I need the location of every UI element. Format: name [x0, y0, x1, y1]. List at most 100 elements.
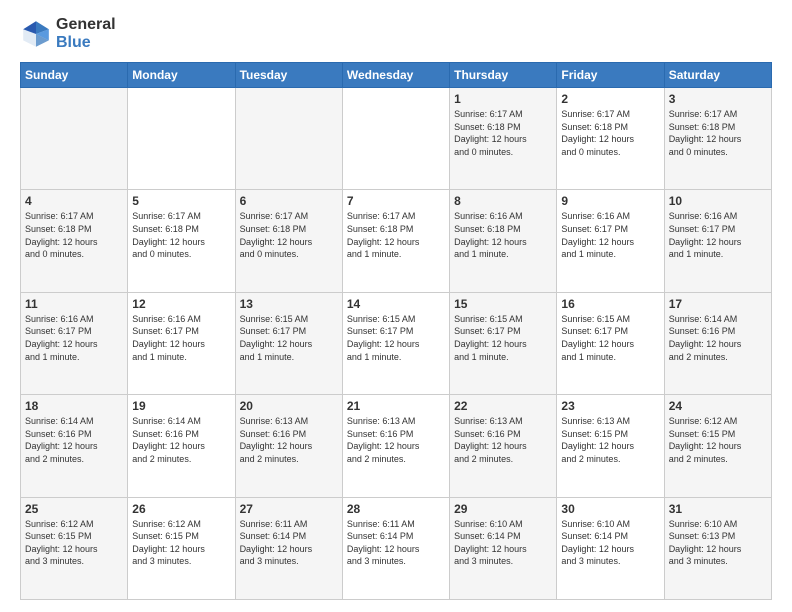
day-number: 4 [25, 194, 123, 208]
day-cell-11: 11 Sunrise: 6:16 AMSunset: 6:17 PMDayligh… [21, 292, 128, 394]
day-number: 13 [240, 297, 338, 311]
day-cell-30: 30 Sunrise: 6:10 AMSunset: 6:14 PMDayligh… [557, 497, 664, 599]
day-info: Sunrise: 6:17 AMSunset: 6:18 PMDaylight:… [454, 108, 552, 158]
day-info: Sunrise: 6:12 AMSunset: 6:15 PMDaylight:… [669, 415, 767, 465]
day-info: Sunrise: 6:17 AMSunset: 6:18 PMDaylight:… [669, 108, 767, 158]
day-cell-9: 9Sunrise: 6:16 AMSunset: 6:17 PMDaylight… [557, 190, 664, 292]
week-row-3: 11 Sunrise: 6:16 AMSunset: 6:17 PMDayligh… [21, 292, 772, 394]
day-cell-21: 21 Sunrise: 6:13 AMSunset: 6:16 PMDayligh… [342, 395, 449, 497]
day-cell-24: 24 Sunrise: 6:12 AMSunset: 6:15 PMDayligh… [664, 395, 771, 497]
day-cell-26: 26Sunrise: 6:12 AMSunset: 6:15 PMDayligh… [128, 497, 235, 599]
day-number: 10 [669, 194, 767, 208]
week-row-4: 18 Sunrise: 6:14 AMSunset: 6:16 PMDayligh… [21, 395, 772, 497]
day-info: Sunrise: 6:13 AMSunset: 6:16 PMDaylight:… [240, 415, 338, 465]
logo: General Blue [20, 16, 116, 52]
day-info: Sunrise: 6:17 AMSunset: 6:18 PMDaylight:… [25, 210, 123, 260]
day-cell-29: 29Sunrise: 6:10 AMSunset: 6:14 PMDayligh… [450, 497, 557, 599]
day-number: 25 [25, 502, 123, 516]
day-info: Sunrise: 6:17 AMSunset: 6:18 PMDaylight:… [240, 210, 338, 260]
day-cell-6: 6 Sunrise: 6:17 AMSunset: 6:18 PMDaylight… [235, 190, 342, 292]
day-cell-18: 18 Sunrise: 6:14 AMSunset: 6:16 PMDayligh… [21, 395, 128, 497]
day-number: 26 [132, 502, 230, 516]
day-cell-8: 8 Sunrise: 6:16 AMSunset: 6:18 PMDaylight… [450, 190, 557, 292]
col-header-friday: Friday [557, 63, 664, 88]
week-row-1: 1 Sunrise: 6:17 AMSunset: 6:18 PMDaylight… [21, 88, 772, 190]
day-cell-2: 2 Sunrise: 6:17 AMSunset: 6:18 PMDaylight… [557, 88, 664, 190]
day-info: Sunrise: 6:15 AMSunset: 6:17 PMDaylight:… [347, 313, 445, 363]
day-cell-15: 15 Sunrise: 6:15 AMSunset: 6:17 PMDayligh… [450, 292, 557, 394]
day-cell-4: 4 Sunrise: 6:17 AMSunset: 6:18 PMDaylight… [21, 190, 128, 292]
day-cell-14: 14Sunrise: 6:15 AMSunset: 6:17 PMDayligh… [342, 292, 449, 394]
day-number: 22 [454, 399, 552, 413]
day-cell-empty [342, 88, 449, 190]
day-cell-17: 17 Sunrise: 6:14 AMSunset: 6:16 PMDayligh… [664, 292, 771, 394]
day-info: Sunrise: 6:16 AMSunset: 6:17 PMDaylight:… [25, 313, 123, 363]
day-info: Sunrise: 6:14 AMSunset: 6:16 PMDaylight:… [25, 415, 123, 465]
day-number: 6 [240, 194, 338, 208]
day-info: Sunrise: 6:13 AMSunset: 6:16 PMDaylight:… [454, 415, 552, 465]
day-number: 2 [561, 92, 659, 106]
day-info: Sunrise: 6:15 AMSunset: 6:17 PMDaylight:… [240, 313, 338, 363]
day-info: Sunrise: 6:14 AMSunset: 6:16 PMDaylight:… [669, 313, 767, 363]
day-info: Sunrise: 6:15 AMSunset: 6:17 PMDaylight:… [454, 313, 552, 363]
day-number: 18 [25, 399, 123, 413]
col-header-monday: Monday [128, 63, 235, 88]
day-number: 11 [25, 297, 123, 311]
day-number: 24 [669, 399, 767, 413]
day-cell-12: 12 Sunrise: 6:16 AMSunset: 6:17 PMDayligh… [128, 292, 235, 394]
day-number: 20 [240, 399, 338, 413]
day-number: 23 [561, 399, 659, 413]
col-header-tuesday: Tuesday [235, 63, 342, 88]
col-header-saturday: Saturday [664, 63, 771, 88]
day-info: Sunrise: 6:16 AMSunset: 6:17 PMDaylight:… [561, 210, 659, 260]
day-cell-empty [235, 88, 342, 190]
logo-text: General Blue [56, 16, 116, 52]
day-number: 1 [454, 92, 552, 106]
day-number: 28 [347, 502, 445, 516]
day-cell-7: 7Sunrise: 6:17 AMSunset: 6:18 PMDaylight… [342, 190, 449, 292]
day-info: Sunrise: 6:17 AMSunset: 6:18 PMDaylight:… [561, 108, 659, 158]
day-cell-19: 19Sunrise: 6:14 AMSunset: 6:16 PMDayligh… [128, 395, 235, 497]
day-cell-31: 31Sunrise: 6:10 AMSunset: 6:13 PMDayligh… [664, 497, 771, 599]
day-info: Sunrise: 6:15 AMSunset: 6:17 PMDaylight:… [561, 313, 659, 363]
day-info: Sunrise: 6:16 AMSunset: 6:18 PMDaylight:… [454, 210, 552, 260]
day-number: 12 [132, 297, 230, 311]
week-row-5: 25Sunrise: 6:12 AMSunset: 6:15 PMDayligh… [21, 497, 772, 599]
day-number: 19 [132, 399, 230, 413]
day-cell-22: 22 Sunrise: 6:13 AMSunset: 6:16 PMDayligh… [450, 395, 557, 497]
page: General Blue SundayMondayTuesdayWednesda… [0, 0, 792, 612]
day-number: 30 [561, 502, 659, 516]
day-cell-empty [128, 88, 235, 190]
calendar-table: SundayMondayTuesdayWednesdayThursdayFrid… [20, 62, 772, 600]
header: General Blue [20, 16, 772, 52]
day-info: Sunrise: 6:13 AMSunset: 6:16 PMDaylight:… [347, 415, 445, 465]
day-cell-13: 13 Sunrise: 6:15 AMSunset: 6:17 PMDayligh… [235, 292, 342, 394]
day-number: 21 [347, 399, 445, 413]
day-cell-10: 10 Sunrise: 6:16 AMSunset: 6:17 PMDayligh… [664, 190, 771, 292]
day-cell-20: 20 Sunrise: 6:13 AMSunset: 6:16 PMDayligh… [235, 395, 342, 497]
col-header-thursday: Thursday [450, 63, 557, 88]
col-header-sunday: Sunday [21, 63, 128, 88]
day-number: 27 [240, 502, 338, 516]
day-number: 7 [347, 194, 445, 208]
day-info: Sunrise: 6:11 AMSunset: 6:14 PMDaylight:… [240, 518, 338, 568]
week-row-2: 4 Sunrise: 6:17 AMSunset: 6:18 PMDaylight… [21, 190, 772, 292]
day-cell-25: 25Sunrise: 6:12 AMSunset: 6:15 PMDayligh… [21, 497, 128, 599]
day-info: Sunrise: 6:10 AMSunset: 6:14 PMDaylight:… [561, 518, 659, 568]
day-cell-1: 1 Sunrise: 6:17 AMSunset: 6:18 PMDaylight… [450, 88, 557, 190]
day-number: 5 [132, 194, 230, 208]
day-info: Sunrise: 6:16 AMSunset: 6:17 PMDaylight:… [132, 313, 230, 363]
day-number: 17 [669, 297, 767, 311]
col-header-wednesday: Wednesday [342, 63, 449, 88]
day-number: 15 [454, 297, 552, 311]
day-info: Sunrise: 6:16 AMSunset: 6:17 PMDaylight:… [669, 210, 767, 260]
day-cell-23: 23Sunrise: 6:13 AMSunset: 6:15 PMDayligh… [557, 395, 664, 497]
day-number: 8 [454, 194, 552, 208]
day-cell-empty [21, 88, 128, 190]
day-info: Sunrise: 6:11 AMSunset: 6:14 PMDaylight:… [347, 518, 445, 568]
day-cell-27: 27 Sunrise: 6:11 AMSunset: 6:14 PMDayligh… [235, 497, 342, 599]
day-number: 3 [669, 92, 767, 106]
day-cell-28: 28 Sunrise: 6:11 AMSunset: 6:14 PMDayligh… [342, 497, 449, 599]
day-number: 29 [454, 502, 552, 516]
day-cell-16: 16Sunrise: 6:15 AMSunset: 6:17 PMDayligh… [557, 292, 664, 394]
